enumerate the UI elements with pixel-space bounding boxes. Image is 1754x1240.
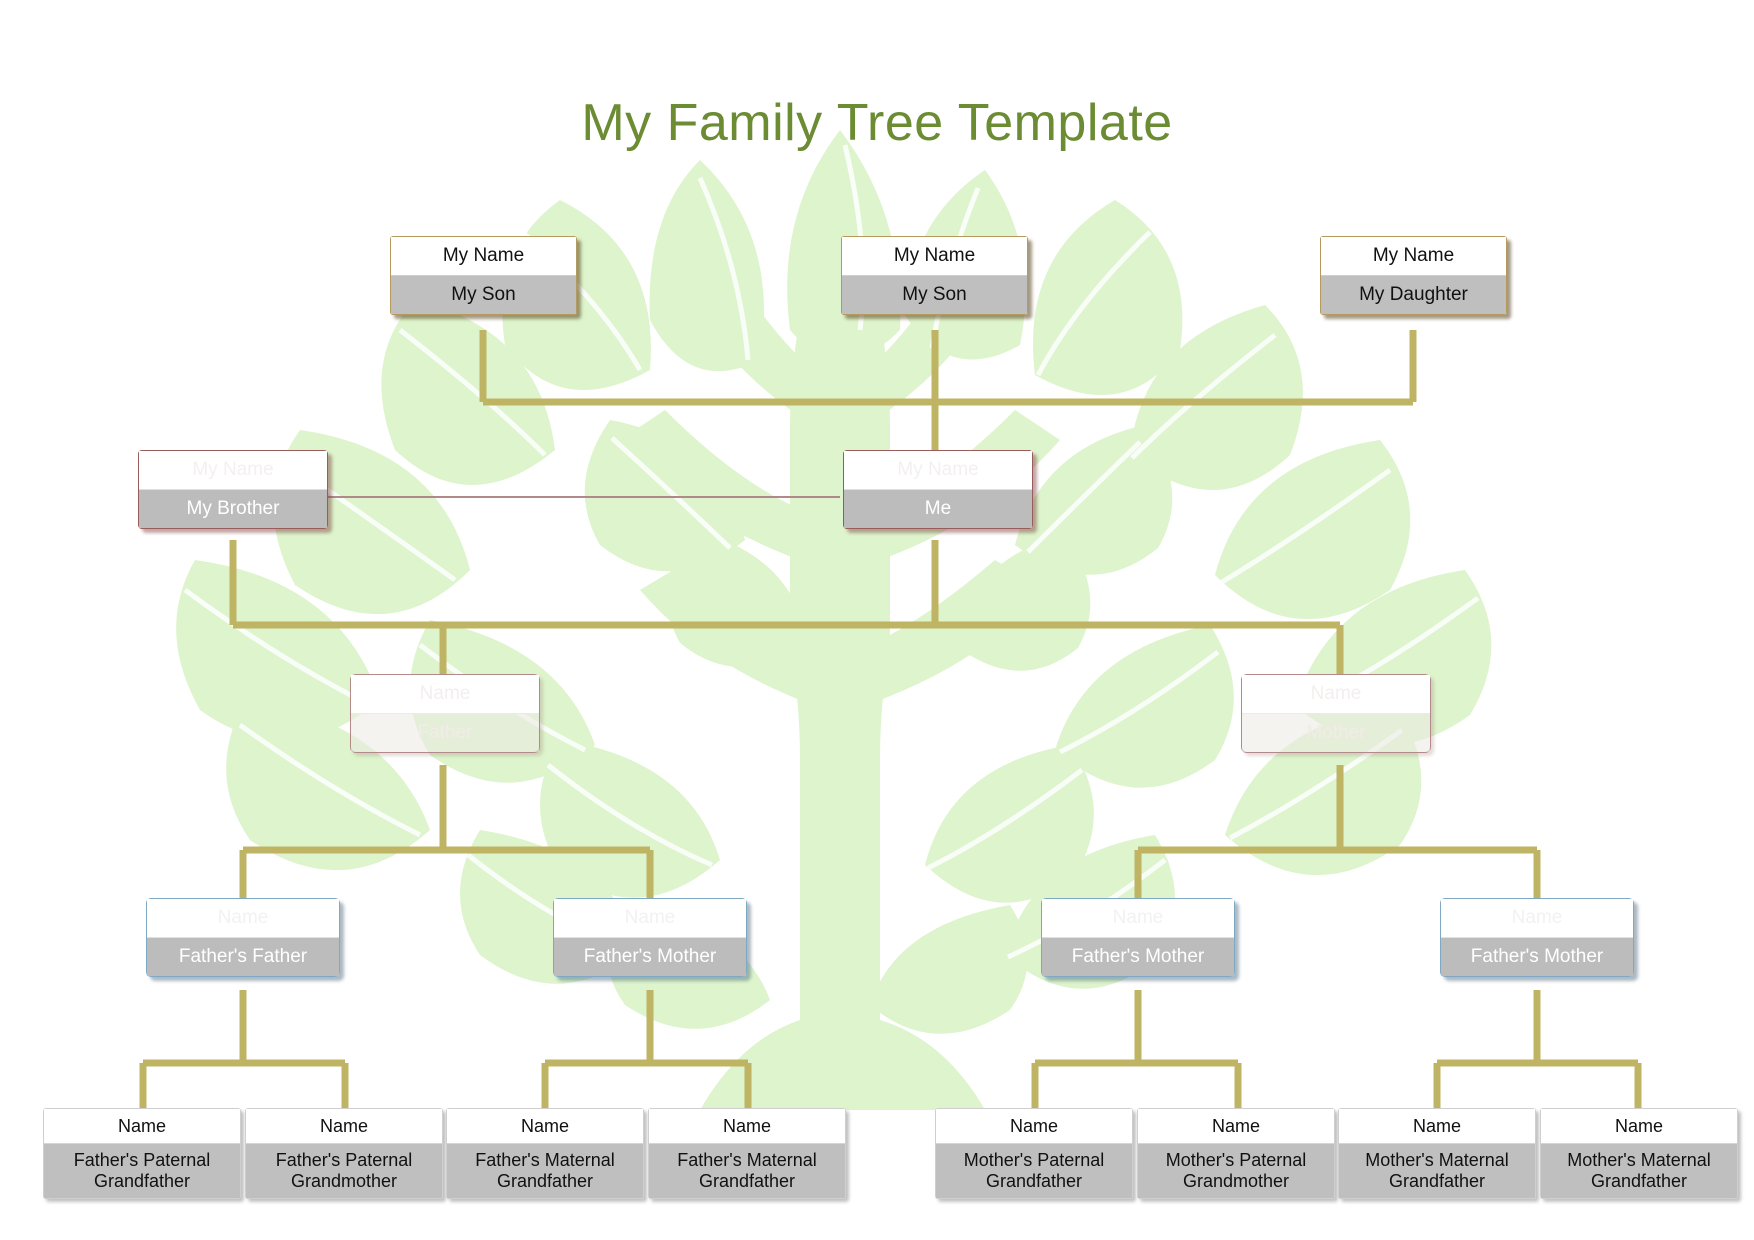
node-relation: Me (844, 490, 1032, 529)
node-name: Name (447, 1109, 643, 1144)
node-name: Name (554, 899, 746, 938)
node-relation: Father's Maternal Grandfather (447, 1144, 643, 1199)
node-name: My Name (391, 237, 576, 276)
node-relation: Mother's Paternal Grandmother (1138, 1144, 1334, 1199)
node-relation: Father's Paternal Grandmother (246, 1144, 442, 1199)
node-child-3[interactable]: My Name My Daughter (1320, 236, 1507, 316)
node-name: Name (44, 1109, 240, 1144)
page-title: My Family Tree Template (581, 93, 1173, 152)
node-self-me[interactable]: My Name Me (843, 450, 1033, 530)
node-grandparent-3[interactable]: Name Father's Mother (1041, 898, 1235, 978)
node-sibling-brother[interactable]: My Name My Brother (138, 450, 328, 530)
node-great-grandparent-4[interactable]: Name Father's Maternal Grandfather (648, 1108, 846, 1200)
node-great-grandparent-8[interactable]: Name Mother's Maternal Grandfather (1540, 1108, 1738, 1200)
node-name: Name (147, 899, 339, 938)
node-great-grandparent-7[interactable]: Name Mother's Maternal Grandfather (1338, 1108, 1536, 1200)
node-relation: Mother's Paternal Grandfather (936, 1144, 1132, 1199)
node-child-1[interactable]: My Name My Son (390, 236, 577, 316)
node-name: My Name (139, 451, 327, 490)
node-name: My Name (844, 451, 1032, 490)
node-relation: Father's Mother (1441, 938, 1633, 977)
node-grandparent-4[interactable]: Name Father's Mother (1440, 898, 1634, 978)
node-relation: My Son (842, 276, 1027, 315)
node-relation: My Brother (139, 490, 327, 529)
node-relation: Father's Mother (554, 938, 746, 977)
node-grandparent-1[interactable]: Name Father's Father (146, 898, 340, 978)
connector-lines (139, 330, 1642, 1113)
node-name: Name (1541, 1109, 1737, 1144)
node-parent-father[interactable]: Name Father (350, 674, 540, 754)
node-great-grandparent-3[interactable]: Name Father's Maternal Grandfather (446, 1108, 644, 1200)
node-name: Name (1441, 899, 1633, 938)
node-child-2[interactable]: My Name My Son (841, 236, 1028, 316)
node-great-grandparent-1[interactable]: Name Father's Paternal Grandfather (43, 1108, 241, 1200)
node-name: Name (1042, 899, 1234, 938)
node-relation: Father's Father (147, 938, 339, 977)
node-name: Name (1242, 675, 1430, 714)
node-relation: Father (351, 714, 539, 753)
node-relation: Mother's Maternal Grandfather (1339, 1144, 1535, 1199)
node-relation: My Son (391, 276, 576, 315)
node-grandparent-2[interactable]: Name Father's Mother (553, 898, 747, 978)
node-name: My Name (842, 237, 1027, 276)
node-name: Name (1339, 1109, 1535, 1144)
node-relation: Father's Paternal Grandfather (44, 1144, 240, 1199)
node-relation: Mother (1242, 714, 1430, 753)
node-great-grandparent-6[interactable]: Name Mother's Paternal Grandmother (1137, 1108, 1335, 1200)
node-relation: Father's Mother (1042, 938, 1234, 977)
node-relation: My Daughter (1321, 276, 1506, 315)
node-parent-mother[interactable]: Name Mother (1241, 674, 1431, 754)
node-name: Name (936, 1109, 1132, 1144)
tree-background-illustration (176, 130, 1492, 1110)
node-relation: Mother's Maternal Grandfather (1541, 1144, 1737, 1199)
node-relation: Father's Maternal Grandfather (649, 1144, 845, 1199)
node-name: Name (649, 1109, 845, 1144)
node-great-grandparent-2[interactable]: Name Father's Paternal Grandmother (245, 1108, 443, 1200)
node-name: My Name (1321, 237, 1506, 276)
node-great-grandparent-5[interactable]: Name Mother's Paternal Grandfather (935, 1108, 1133, 1200)
node-name: Name (351, 675, 539, 714)
node-name: Name (1138, 1109, 1334, 1144)
node-name: Name (246, 1109, 442, 1144)
family-tree-canvas: My Family Tree Template My Name My Son M… (0, 0, 1754, 1240)
